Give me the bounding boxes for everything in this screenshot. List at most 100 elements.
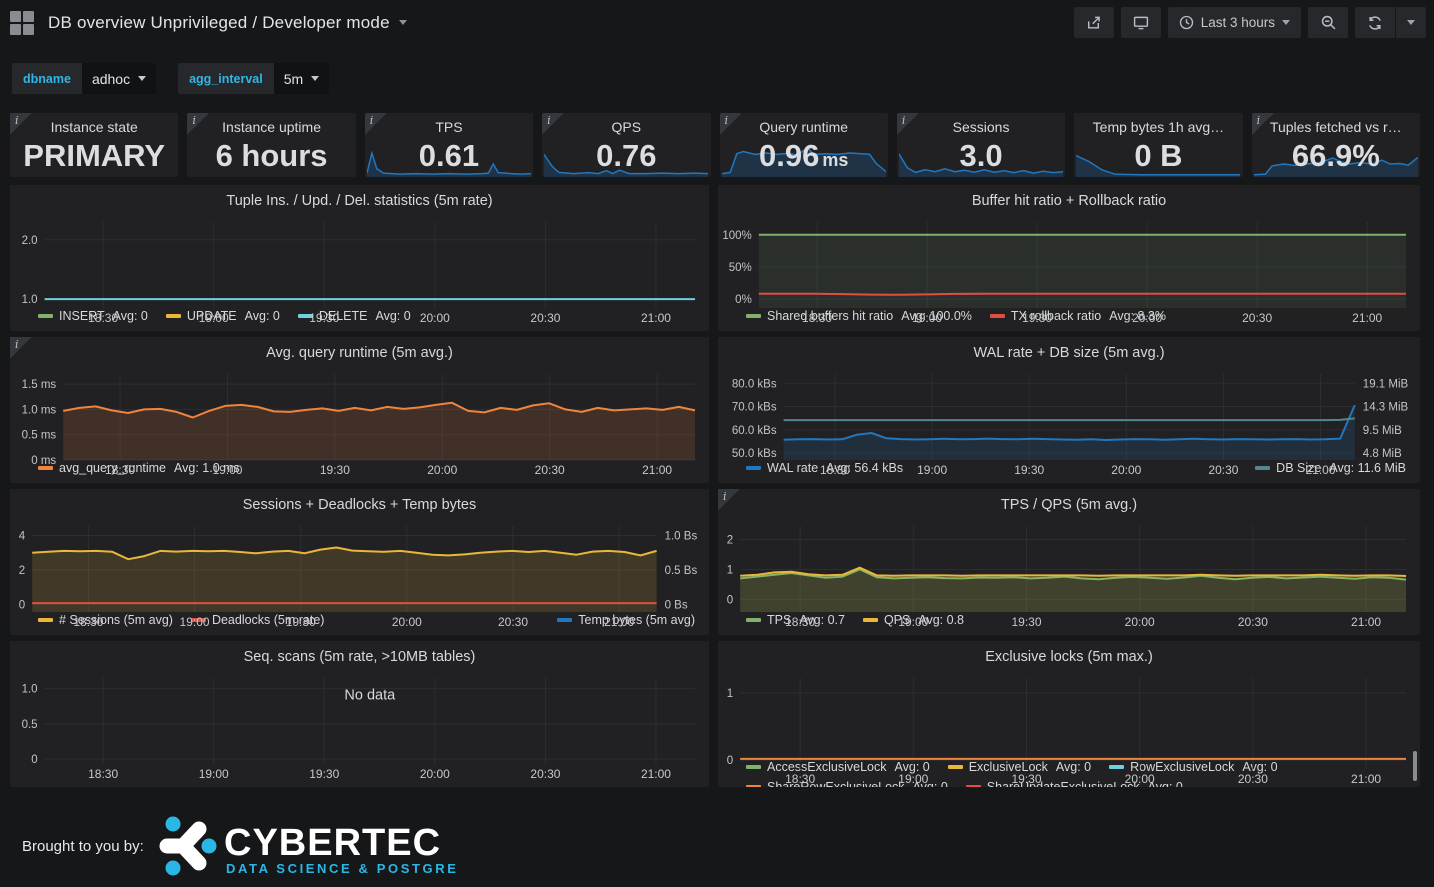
panel-title[interactable]: WAL rate + DB size (5m avg.)	[718, 337, 1420, 366]
stat-instance-state[interactable]: i Instance state PRIMARY	[10, 113, 178, 177]
panel-exclusive-locks: Exclusive locks (5m max.) 1018:3019:0019…	[718, 641, 1420, 787]
variable-dbname[interactable]: dbname adhoc	[12, 63, 156, 94]
svg-text:21:00: 21:00	[641, 767, 671, 781]
time-range-caret-icon	[1282, 20, 1290, 25]
panel-seq-scans: Seq. scans (5m rate, >10MB tables) 1.00.…	[10, 641, 709, 787]
svg-text:19:30: 19:30	[320, 463, 350, 477]
submenu-variables: dbname adhoc agg_interval 5m	[12, 63, 329, 94]
panel-title[interactable]: Buffer hit ratio + Rollback ratio	[718, 185, 1420, 214]
svg-text:9.5 MiB: 9.5 MiB	[1363, 425, 1402, 437]
panel-title[interactable]: Sessions + Deadlocks + Temp bytes	[10, 489, 709, 518]
svg-text:0.5 Bs: 0.5 Bs	[665, 565, 698, 577]
chart-row-3: Sessions + Deadlocks + Temp bytes 41.0 B…	[10, 489, 1420, 635]
svg-text:1.0: 1.0	[22, 294, 38, 306]
variable-dbname-label: dbname	[12, 63, 82, 94]
info-corner-icon[interactable]: i	[542, 113, 564, 135]
stat-tps[interactable]: i TPS 0.61	[365, 113, 533, 177]
panel-title[interactable]: Exclusive locks (5m max.)	[718, 641, 1420, 670]
svg-text:18:30: 18:30	[785, 772, 815, 786]
info-corner-icon[interactable]: i	[10, 337, 32, 359]
info-corner-icon[interactable]: i	[365, 113, 387, 135]
graph-area[interactable]: 1018:3019:0019:3020:0020:3021:00	[718, 670, 1420, 757]
panel-title[interactable]: TPS / QPS (5m avg.)	[718, 489, 1420, 518]
refresh-button[interactable]	[1355, 7, 1395, 38]
svg-text:20:00: 20:00	[1125, 615, 1155, 629]
chart-row-2: i Avg. query runtime (5m avg.) 1.5 ms1.0…	[10, 337, 1420, 483]
chart-row-4: Seq. scans (5m rate, >10MB tables) 1.00.…	[10, 641, 1420, 787]
svg-text:20:30: 20:30	[1238, 772, 1268, 786]
svg-text:18:30: 18:30	[802, 311, 832, 325]
graph-area[interactable]: 2.01.018:3019:0019:3020:0020:3021:00	[10, 214, 709, 306]
refresh-interval-button[interactable]	[1396, 7, 1426, 38]
time-range-button[interactable]: Last 3 hours	[1168, 7, 1301, 38]
panel-sessions-deadlocks: Sessions + Deadlocks + Temp bytes 41.0 B…	[10, 489, 709, 635]
svg-text:21:00: 21:00	[1351, 772, 1381, 786]
stat-query-runtime[interactable]: i Query runtime 0.96ms	[720, 113, 888, 177]
panel-wal-db-size: WAL rate + DB size (5m avg.) 80.0 kBs19.…	[718, 337, 1420, 483]
stat-tuples-fetched[interactable]: i Tuples fetched vs r… 66.9%	[1252, 113, 1420, 177]
panel-title[interactable]: Tuple Ins. / Upd. / Del. statistics (5m …	[10, 185, 709, 214]
stats-row: i Instance state PRIMARY i Instance upti…	[10, 113, 1420, 177]
svg-text:20:00: 20:00	[1125, 772, 1155, 786]
stat-value: 0.96ms	[720, 139, 888, 177]
svg-text:1: 1	[727, 688, 733, 700]
svg-text:2: 2	[19, 565, 25, 577]
dashboards-grid-icon[interactable]	[10, 11, 34, 35]
stat-qps[interactable]: i QPS 0.76	[542, 113, 710, 177]
graph-area[interactable]: 21018:3019:0019:3020:0020:3021:00	[718, 518, 1420, 610]
graph-area[interactable]: 1.5 ms1.0 ms0.5 ms0 ms18:3019:0019:3020:…	[10, 366, 709, 458]
stat-value: 0.61	[365, 139, 533, 173]
svg-text:80.0 kBs: 80.0 kBs	[732, 378, 777, 390]
variable-agg-interval-label: agg_interval	[178, 63, 274, 94]
svg-text:0: 0	[31, 754, 37, 766]
svg-text:2: 2	[727, 534, 733, 546]
info-corner-icon[interactable]: i	[187, 113, 209, 135]
stat-temp-bytes[interactable]: Temp bytes 1h avg… 0 B	[1074, 113, 1242, 177]
stat-value: 0.76	[542, 139, 710, 173]
graph-area[interactable]: 100%50%0%18:3019:0019:3020:0020:3021:00	[718, 214, 1420, 306]
svg-text:19:30: 19:30	[1011, 772, 1041, 786]
svg-text:21:00: 21:00	[642, 463, 672, 477]
variable-dbname-value[interactable]: adhoc	[82, 63, 156, 94]
svg-text:21:00: 21:00	[604, 615, 634, 629]
variable-agg-interval-value[interactable]: 5m	[274, 63, 329, 94]
svg-text:1.0: 1.0	[22, 684, 38, 696]
svg-text:14.3 MiB: 14.3 MiB	[1363, 402, 1409, 414]
info-corner-icon[interactable]: i	[718, 489, 740, 511]
dashboard-title-caret-icon[interactable]	[399, 20, 407, 25]
share-button[interactable]	[1074, 7, 1114, 38]
info-corner-icon[interactable]: i	[1252, 113, 1274, 135]
panel-buffer-rollback: Buffer hit ratio + Rollback ratio 100%50…	[718, 185, 1420, 331]
stat-value: 6 hours	[187, 139, 355, 173]
svg-text:19:00: 19:00	[199, 767, 229, 781]
clock-icon	[1179, 15, 1194, 30]
grafana-dashboard: DB overview Unprivileged / Developer mod…	[0, 0, 1434, 887]
time-range-label: Last 3 hours	[1201, 15, 1275, 30]
svg-text:19:30: 19:30	[309, 311, 339, 325]
svg-text:19:30: 19:30	[1011, 615, 1041, 629]
info-corner-icon[interactable]: i	[897, 113, 919, 135]
panel-title[interactable]: Seq. scans (5m rate, >10MB tables)	[10, 641, 709, 670]
zoom-out-button[interactable]	[1308, 7, 1348, 38]
refresh-icon	[1367, 15, 1383, 31]
variable-agg-interval[interactable]: agg_interval 5m	[178, 63, 329, 94]
svg-text:18:30: 18:30	[820, 463, 850, 477]
svg-text:70.0 kBs: 70.0 kBs	[732, 402, 777, 414]
panel-title[interactable]: Avg. query runtime (5m avg.)	[10, 337, 709, 366]
panel-tps-qps: i TPS / QPS (5m avg.) 21018:3019:0019:30…	[718, 489, 1420, 635]
info-corner-icon[interactable]: i	[720, 113, 742, 135]
svg-text:18:30: 18:30	[785, 615, 815, 629]
graph-area[interactable]: 41.0 Bs20.5 Bs00 Bs18:3019:0019:3020:002…	[10, 518, 709, 610]
graph-area[interactable]: 1.00.5018:3019:0019:3020:0020:3021:00No …	[10, 670, 709, 782]
stat-instance-uptime[interactable]: i Instance uptime 6 hours	[187, 113, 355, 177]
svg-text:19:00: 19:00	[898, 772, 928, 786]
svg-text:No data: No data	[344, 688, 396, 704]
stat-unit: ms	[822, 150, 848, 170]
tv-kiosk-button[interactable]	[1121, 7, 1161, 38]
info-corner-icon[interactable]: i	[10, 113, 32, 135]
graph-area[interactable]: 80.0 kBs19.1 MiB70.0 kBs14.3 MiB60.0 kBs…	[718, 366, 1420, 458]
legend	[10, 782, 709, 787]
stat-value: 66.9%	[1252, 139, 1420, 173]
stat-sessions[interactable]: i Sessions 3.0	[897, 113, 1065, 177]
legend-scrollbar[interactable]	[1413, 751, 1417, 781]
